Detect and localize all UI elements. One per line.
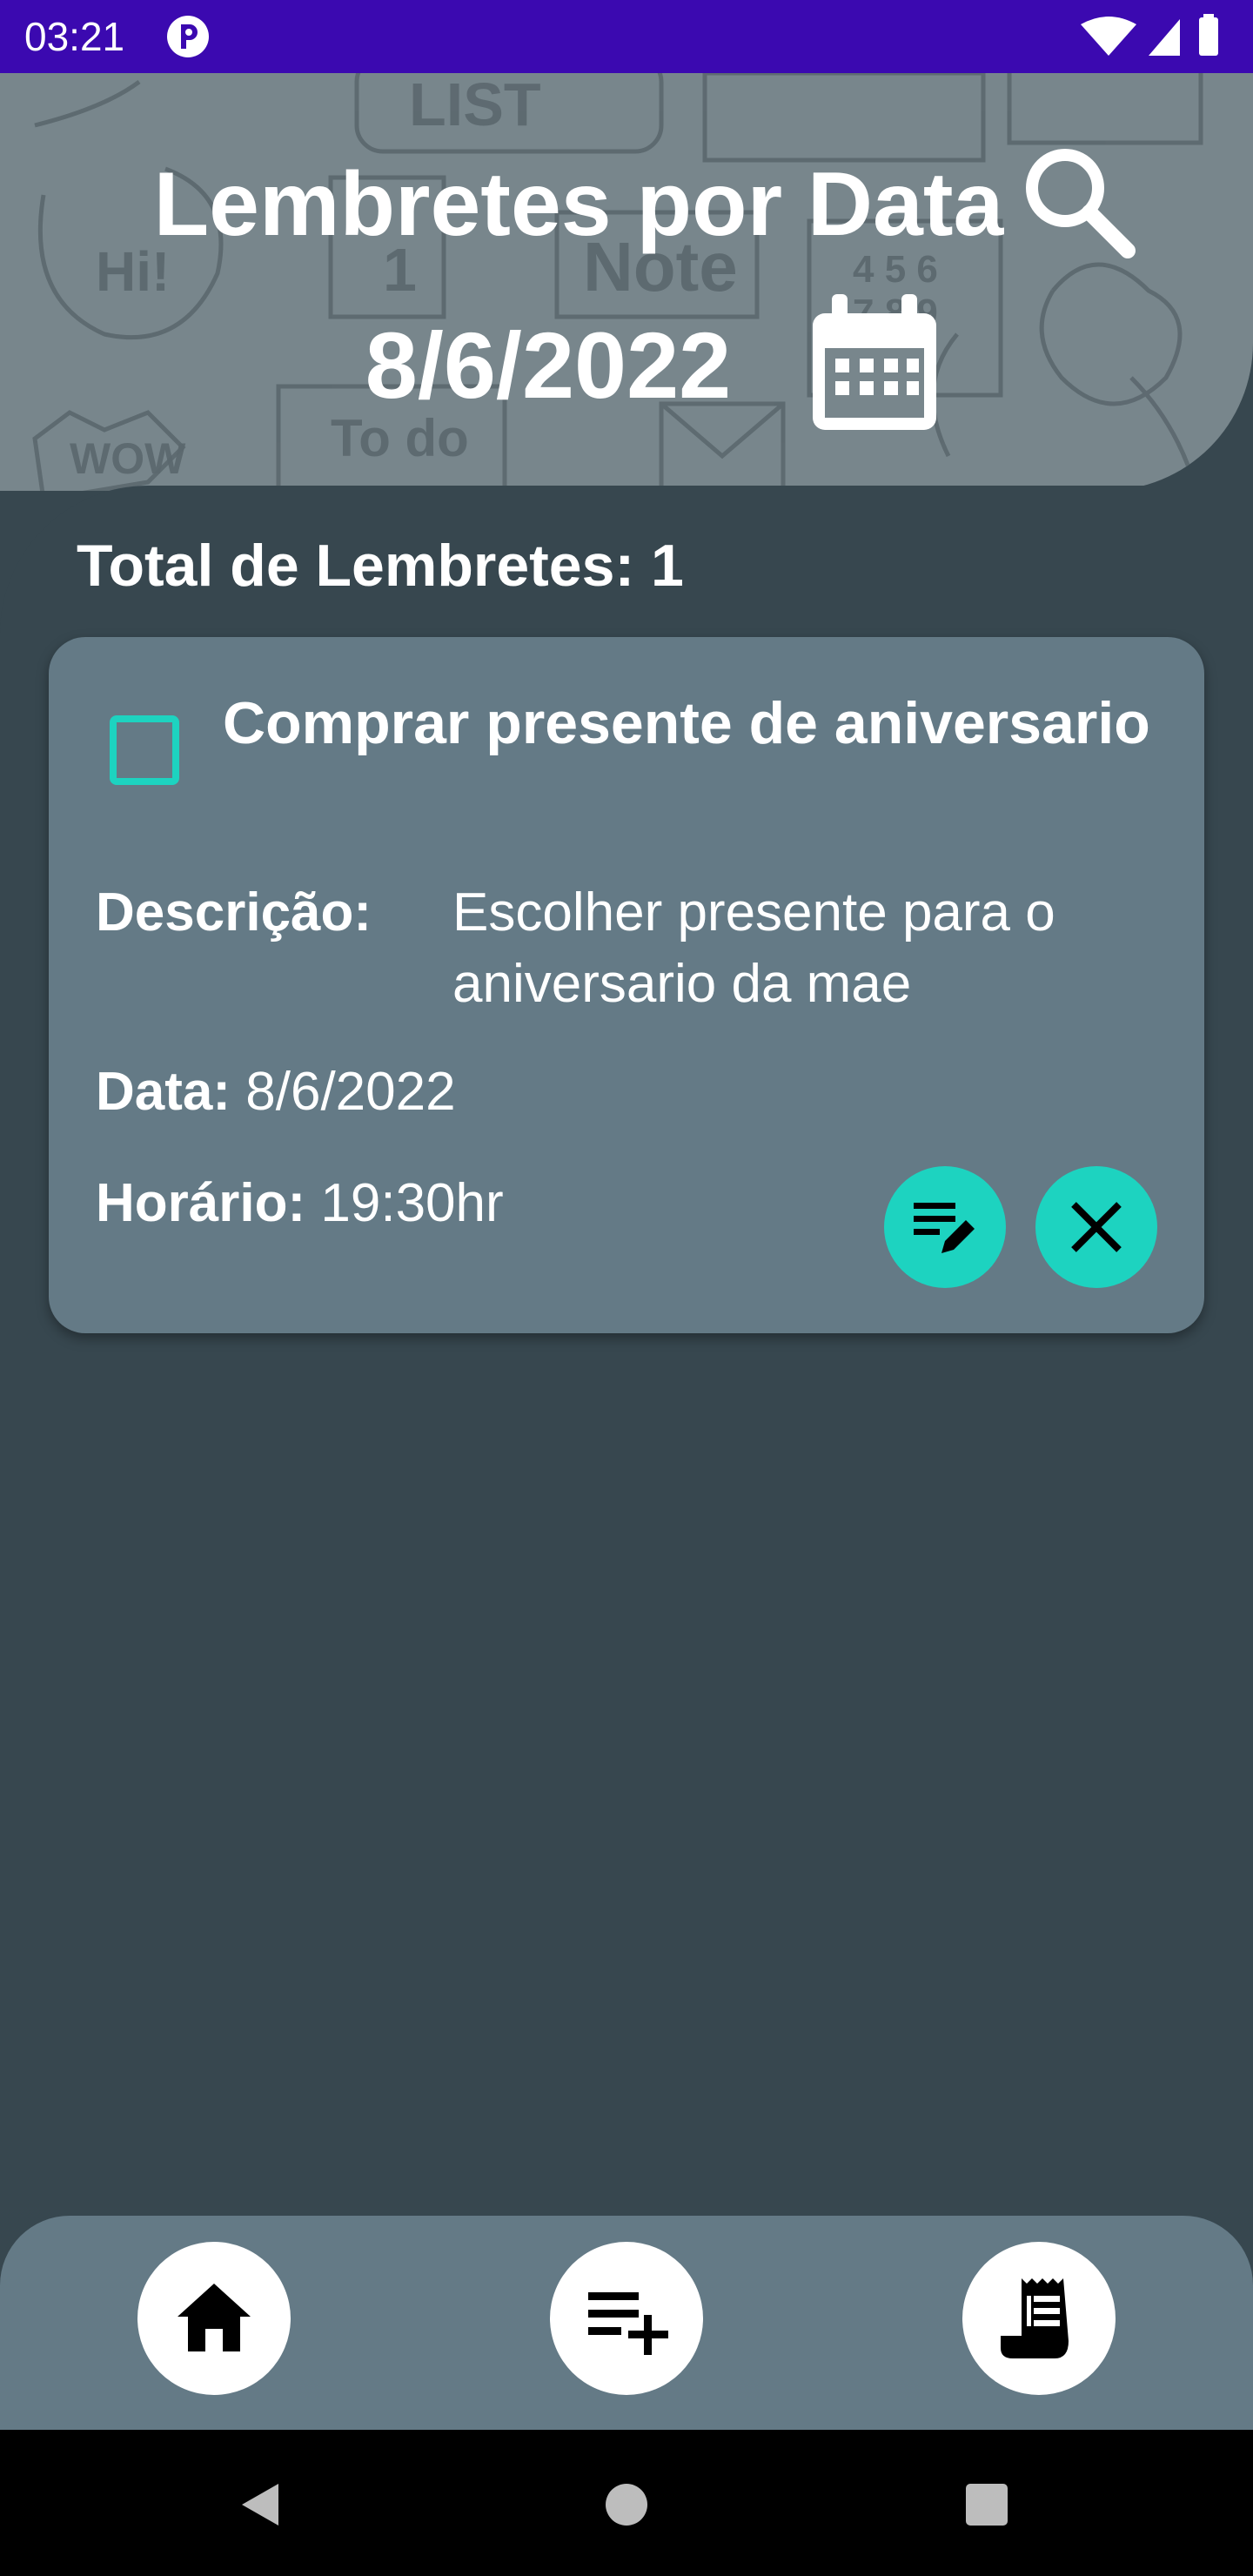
reminder-time-row: Horário: 19:30hr xyxy=(96,1168,504,1239)
cell-signal-icon xyxy=(1149,19,1180,56)
description-value: Escolher presente para o aniversario da … xyxy=(452,882,1055,1014)
wifi-icon xyxy=(1081,17,1136,56)
app-notification-icon xyxy=(167,16,209,57)
doodle-pattern: Hi! LIST Note To do WOW 4 5 6 7 8 9 1 xyxy=(32,73,1203,491)
description-label: Descrição: xyxy=(96,882,372,943)
time-value: 19:30hr xyxy=(320,1173,504,1233)
nav-add-reminder-button[interactable] xyxy=(550,2242,703,2395)
edit-reminder-button[interactable] xyxy=(884,1166,1006,1288)
reminder-date-row: Data: 8/6/2022 xyxy=(96,1057,456,1128)
battery-icon xyxy=(1199,17,1218,56)
delete-reminder-button[interactable] xyxy=(1035,1166,1157,1288)
reminder-title: Comprar presente de aniversario xyxy=(223,690,1150,756)
home-circle-icon[interactable] xyxy=(602,2480,651,2529)
status-time: 03:21 xyxy=(24,14,125,59)
add-list-icon xyxy=(588,2292,668,2355)
date-label: Data: xyxy=(96,1062,231,1122)
header-background: Hi! LIST Note To do WOW 4 5 6 7 8 9 1 xyxy=(0,73,1253,491)
selected-date[interactable]: 8/6/2022 xyxy=(331,305,766,426)
time-label: Horário: xyxy=(96,1173,306,1233)
bottom-navigation xyxy=(0,2216,1253,2432)
home-icon xyxy=(178,2284,251,2351)
system-navigation-bar xyxy=(0,2430,1253,2576)
status-bar: 03:21 xyxy=(0,0,1253,73)
reminder-checkbox[interactable] xyxy=(110,715,179,785)
receipt-icon xyxy=(1001,2278,1069,2358)
nav-all-reminders-button[interactable] xyxy=(962,2242,1116,2395)
page-title: Lembretes por Data xyxy=(153,154,1004,255)
reminder-card: Comprar presente de aniversario Descriçã… xyxy=(49,637,1204,1333)
svg-text:WOW: WOW xyxy=(70,434,186,483)
date-value: 8/6/2022 xyxy=(245,1062,456,1122)
status-icons xyxy=(1081,14,1218,56)
reminders-total: Total de Lembretes: 1 xyxy=(77,533,684,599)
back-icon[interactable] xyxy=(235,2479,287,2531)
edit-icon xyxy=(914,1203,975,1253)
svg-text:LIST: LIST xyxy=(409,73,541,138)
nav-home-button[interactable] xyxy=(137,2242,291,2395)
search-icon[interactable] xyxy=(1016,139,1138,261)
calendar-icon[interactable] xyxy=(809,294,940,433)
recents-icon[interactable] xyxy=(964,2482,1009,2527)
close-icon xyxy=(1071,1202,1122,1252)
